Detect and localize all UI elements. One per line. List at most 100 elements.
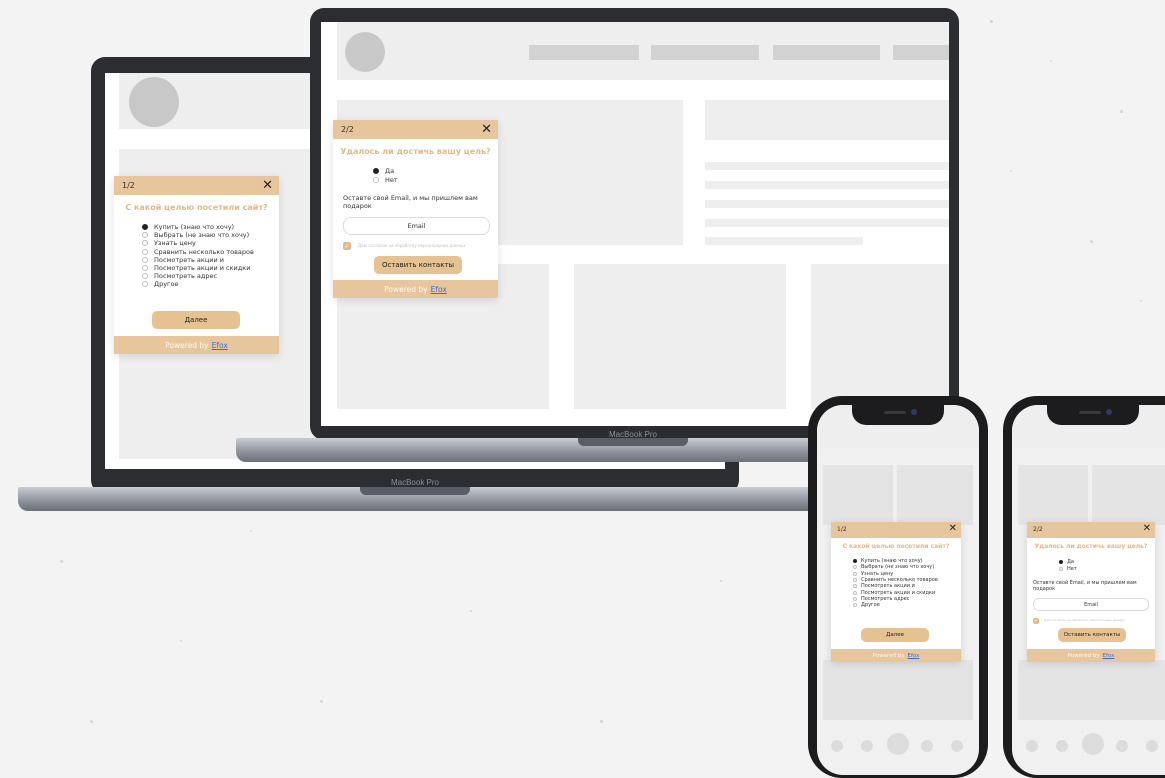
email-prompt: Оставте свой Email, и мы пришлем вам под… [1033,580,1137,592]
email-input[interactable]: Email [343,217,490,235]
step-indicator: 1/2 [837,526,847,533]
email-input[interactable]: Email [1033,598,1149,611]
laptop-back-notch [360,487,470,495]
radio-icon[interactable] [1059,559,1063,564]
radio-icon[interactable] [142,265,148,272]
option-item[interactable]: Другое [853,602,938,608]
option-item[interactable]: Выбрать (не знаю что хочу) [142,231,254,239]
option-item[interactable]: Посмотреть адрес [142,272,254,280]
line-placeholder [705,181,949,189]
widget-title: С какой целью посетили сайт? [125,203,268,212]
tab-icon[interactable] [887,733,909,755]
radio-icon[interactable] [142,224,148,231]
widget-footer: Powered by Efox [831,649,961,662]
next-button[interactable]: Далее [152,311,240,329]
line-placeholder [705,162,949,170]
close-icon[interactable]: ✕ [481,123,492,136]
submit-button[interactable]: Оставить контакты [374,256,462,274]
card-placeholder [823,465,893,525]
consent-checkbox[interactable]: ✓ [1033,618,1039,624]
options-list: Да Нет [1059,558,1077,572]
card-placeholder [897,465,973,525]
laptop-front-brand: MacBook Pro [608,430,658,439]
efox-link[interactable]: Efox [1103,653,1115,659]
line-placeholder [705,237,863,245]
laptop-front-notch [578,438,688,446]
tab-icon[interactable] [831,740,843,752]
radio-icon[interactable] [373,167,379,174]
card-placeholder [574,264,786,409]
option-item[interactable]: Да [373,166,398,175]
radio-icon[interactable] [853,565,857,570]
radio-icon[interactable] [142,256,148,263]
next-button[interactable]: Далее [861,628,929,642]
efox-link[interactable]: Efox [908,653,920,659]
radio-icon[interactable] [142,273,148,280]
option-item[interactable]: Посмотреть акции и скидки [853,589,938,596]
option-item[interactable]: Выбрать (не знаю что хочу) [853,564,938,570]
widget-header [831,522,961,538]
tab-icon[interactable] [1056,740,1068,752]
card-placeholder [1018,465,1088,525]
option-item[interactable]: Посмотреть акции и [142,256,254,264]
option-item[interactable]: Посмотреть акции и скидки [142,264,254,272]
efox-link[interactable]: Efox [212,341,228,350]
tab-icon[interactable] [861,740,873,752]
tab-icon[interactable] [1146,740,1158,752]
radio-icon[interactable] [142,240,148,247]
step-indicator: 2/2 [341,125,354,134]
radio-icon[interactable] [142,232,148,239]
radio-icon[interactable] [853,603,857,608]
option-item[interactable]: Сравнить несколько товаров [142,248,254,256]
nav-placeholder [651,45,759,60]
laptop-back-brand: MacBook Pro [390,478,440,487]
radio-icon[interactable] [853,571,857,576]
close-icon[interactable]: ✕ [262,179,273,192]
option-item[interactable]: Купить (знаю что хочу) [142,223,254,231]
step-indicator: 1/2 [122,181,135,190]
speaker-icon [1079,411,1101,414]
option-item[interactable]: Да [1059,558,1077,565]
quiz-widget-step1-mobile: 1/2 ✕ С какой целью посетили сайт? Купит… [831,522,961,662]
card-placeholder [1092,465,1165,525]
options-list: Купить (знаю что хочу) Выбрать (не знаю … [142,223,254,289]
powered-by-text: Powered by [384,284,428,294]
option-item[interactable]: Другое [142,280,254,288]
radio-icon[interactable] [853,596,857,601]
text-placeholder [705,100,949,140]
powered-by-text: Powered by [872,652,905,659]
radio-icon[interactable] [142,281,148,288]
radio-icon[interactable] [373,176,379,183]
option-item[interactable]: Нет [1059,565,1077,572]
radio-icon[interactable] [853,584,857,589]
radio-icon[interactable] [853,559,857,564]
submit-button[interactable]: Оставить контакты [1058,628,1126,642]
tab-icon[interactable] [1116,740,1128,752]
radio-icon[interactable] [142,248,148,255]
efox-link[interactable]: Efox [431,285,447,294]
close-icon[interactable]: ✕ [949,524,957,534]
widget-footer: Powered by Efox [1027,649,1155,662]
option-item[interactable]: Нет [373,175,398,184]
tab-icon[interactable] [951,740,963,752]
speaker-icon [884,411,906,414]
radio-icon[interactable] [853,590,857,595]
phone-left-notch [852,405,944,425]
consent-text: Даю согласие на обработку персональных д… [358,243,466,248]
consent-checkbox[interactable]: ✓ [343,242,351,250]
quiz-widget-step2-mobile: 2/2 ✕ Удалось ли достичь вашу цель? Да Н… [1027,522,1155,662]
widget-header [114,176,279,195]
option-item[interactable]: Узнать цену [142,239,254,247]
option-item[interactable]: Сравнить несколько товаров [853,577,938,583]
tab-icon[interactable] [1026,740,1038,752]
tab-icon[interactable] [921,740,933,752]
logo-placeholder [345,32,385,72]
quiz-widget-step2: 2/2 ✕ Удалось ли достичь вашу цель? Да Н… [333,120,498,298]
widget-title: С какой целью посетили сайт? [842,543,950,550]
tab-icon[interactable] [1082,733,1104,755]
radio-icon[interactable] [853,578,857,583]
card-placeholder [823,660,973,720]
close-icon[interactable]: ✕ [1143,524,1151,534]
radio-icon[interactable] [1059,566,1063,571]
widget-title: Удалось ли достичь вашу цель? [1034,543,1148,550]
